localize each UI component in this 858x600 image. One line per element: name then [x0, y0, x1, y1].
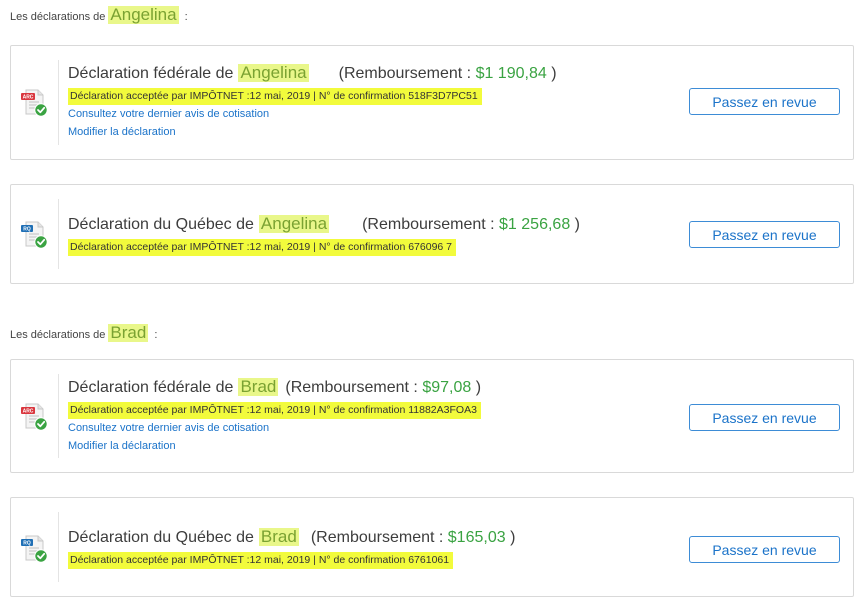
section-person-name: Angelina	[108, 5, 179, 24]
refund-amount: $97,08	[422, 379, 472, 396]
return-card-federal-angelina: Déclaration fédérale de Angelina (Rembou…	[10, 45, 854, 160]
refund-info: (Remboursement : $97,08 )	[285, 379, 481, 397]
refund-label: (Remboursement :	[285, 379, 418, 396]
section-label-angelina: Les déclarations de Angelina :	[10, 6, 188, 24]
arc-document-check-icon	[19, 88, 49, 118]
review-button[interactable]: Passez en revue	[689, 221, 840, 248]
card-divider	[58, 374, 59, 458]
return-icon-area	[11, 498, 61, 596]
return-person-name: Angelina	[258, 214, 330, 233]
acceptance-status: Déclaration acceptée par IMPÔTNET :12 ma…	[68, 402, 481, 419]
return-icon-area	[11, 46, 61, 159]
card-divider	[58, 60, 59, 145]
return-icon-area	[11, 185, 61, 283]
review-button[interactable]: Passez en revue	[689, 536, 840, 563]
refund-amount: $165,03	[447, 529, 506, 546]
return-card-quebec-brad: Déclaration du Québec de Brad (Rembourse…	[10, 497, 854, 597]
section-prefix: Les déclarations de	[10, 329, 106, 341]
refund-label: (Remboursement :	[362, 216, 495, 233]
card-divider	[58, 512, 59, 582]
return-title-text: Déclaration fédérale de	[68, 65, 234, 82]
return-title: Déclaration fédérale de Angelina (Rembou…	[68, 64, 853, 86]
acceptance-status: Déclaration acceptée par IMPÔTNET :12 ma…	[68, 239, 457, 256]
return-title-text: Déclaration du Québec de	[68, 529, 254, 546]
refund-amount: $1 190,84	[475, 65, 547, 82]
review-button[interactable]: Passez en revue	[689, 404, 840, 431]
return-person-name: Brad	[258, 527, 299, 546]
section-prefix: Les déclarations de	[10, 11, 106, 23]
return-title: Déclaration fédérale de Brad (Remboursem…	[68, 378, 853, 400]
acceptance-status: Déclaration acceptée par IMPÔTNET :12 ma…	[68, 552, 454, 569]
card-divider	[58, 199, 59, 269]
rq-document-check-icon	[19, 534, 49, 564]
return-card-quebec-angelina: Déclaration du Québec de Angelina (Rembo…	[10, 184, 854, 284]
refund-info: (Remboursement : $1 256,68 )	[362, 216, 580, 234]
refund-close: )	[551, 65, 557, 82]
return-person-name: Angelina	[238, 63, 309, 82]
review-button[interactable]: Passez en revue	[689, 88, 840, 115]
refund-close: )	[475, 379, 482, 396]
rq-document-check-icon	[19, 220, 49, 250]
section-label-brad: Les déclarations de Brad :	[10, 324, 157, 342]
return-card-federal-brad: Déclaration fédérale de Brad (Remboursem…	[10, 359, 854, 473]
arc-document-check-icon	[19, 402, 49, 432]
modify-return-link[interactable]: Modifier la déclaration	[68, 123, 853, 141]
return-title-text: Déclaration du Québec de	[68, 216, 254, 233]
refund-info: (Remboursement : $1 190,84 )	[339, 65, 557, 83]
return-person-name: Brad	[238, 377, 279, 396]
refund-info: (Remboursement : $165,03 )	[311, 529, 516, 547]
acceptance-status: Déclaration acceptée par IMPÔTNET :12 ma…	[68, 88, 482, 105]
section-suffix: :	[184, 11, 188, 23]
refund-close: )	[574, 216, 580, 233]
refund-close: )	[510, 529, 516, 546]
return-icon-area	[11, 360, 61, 472]
modify-return-link[interactable]: Modifier la déclaration	[68, 437, 853, 455]
refund-label: (Remboursement :	[310, 529, 444, 546]
refund-label: (Remboursement :	[338, 65, 472, 82]
return-title-text: Déclaration fédérale de	[68, 379, 234, 396]
refund-amount: $1 256,68	[499, 216, 571, 233]
section-suffix: :	[154, 329, 158, 341]
section-person-name: Brad	[108, 323, 149, 342]
